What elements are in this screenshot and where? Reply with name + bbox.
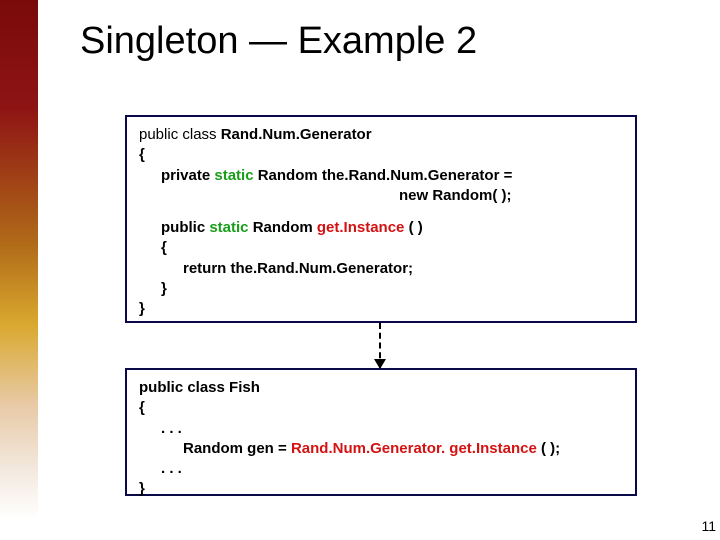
code-line: }: [139, 479, 623, 499]
code-line: {: [139, 145, 623, 165]
code-text: Random gen =: [183, 440, 291, 457]
decorative-sidebar: [0, 0, 38, 540]
code-line: . . .: [139, 459, 623, 479]
code-text: ( );: [537, 440, 560, 457]
code-text: public class Fish: [139, 379, 260, 396]
method-call: Rand.Num.Generator. get.Instance: [291, 440, 537, 457]
code-text: public class: [139, 126, 221, 143]
code-line: {: [139, 398, 623, 418]
dependency-arrow: [379, 323, 381, 368]
code-line: }: [139, 279, 623, 299]
code-text: private: [161, 167, 214, 184]
code-text: Random the.Rand.Num.Generator =: [254, 167, 513, 184]
code-line: Random gen = Rand.Num.Generator. get.Ins…: [139, 439, 623, 459]
code-line: return the.Rand.Num.Generator;: [139, 259, 623, 279]
code-brace: }: [161, 280, 167, 297]
code-line: . . .: [139, 419, 623, 439]
code-box-generator: public class Rand.Num.Generator { privat…: [125, 115, 637, 323]
page-number: 11: [701, 518, 716, 534]
code-class-name: Rand.Num.Generator: [221, 126, 372, 143]
method-getinstance: get.Instance: [317, 219, 405, 236]
code-ellipsis: . . .: [161, 460, 182, 477]
code-line: {: [139, 238, 623, 258]
code-brace: {: [139, 399, 145, 416]
code-brace: {: [161, 239, 167, 256]
code-brace: {: [139, 146, 145, 163]
spacer: [139, 206, 623, 218]
code-brace: }: [139, 480, 145, 497]
code-text: public: [161, 219, 209, 236]
keyword-static: static: [214, 167, 253, 184]
code-ellipsis: . . .: [161, 420, 182, 437]
code-line: public static Random get.Instance ( ): [139, 218, 623, 238]
code-text: new Random( );: [399, 187, 512, 204]
code-line: new Random( );: [139, 186, 623, 206]
code-text: Random: [249, 219, 317, 236]
code-line: private static Random the.Rand.Num.Gener…: [139, 166, 623, 186]
code-text: return the.Rand.Num.Generator;: [183, 260, 413, 277]
code-text: ( ): [404, 219, 422, 236]
code-line: }: [139, 299, 623, 319]
code-line: public class Rand.Num.Generator: [139, 125, 623, 145]
code-box-fish: public class Fish { . . . Random gen = R…: [125, 368, 637, 496]
slide-title: Singleton — Example 2: [80, 20, 477, 63]
code-brace: }: [139, 300, 145, 317]
code-line: public class Fish: [139, 378, 623, 398]
keyword-static: static: [209, 219, 248, 236]
